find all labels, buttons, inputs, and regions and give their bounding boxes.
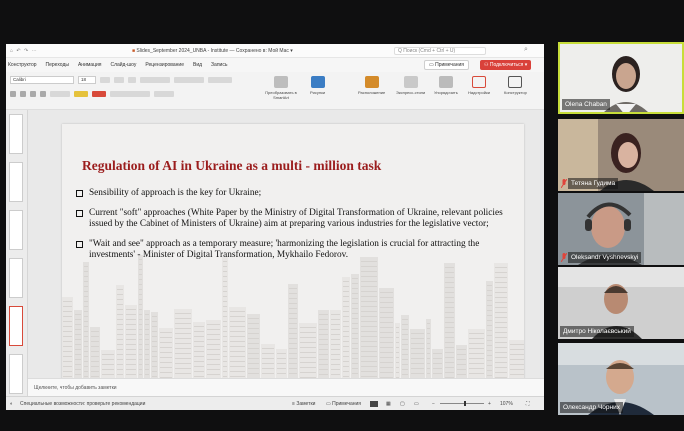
slide-bullet-list[interactable]: Sensibility of approach is the key for U… xyxy=(76,188,506,270)
file-icon: ■ xyxy=(132,48,136,54)
arrange-icon xyxy=(364,76,379,88)
text-direction-buttons[interactable] xyxy=(208,77,232,83)
tab-transitions[interactable]: Переходы xyxy=(46,62,69,68)
participant-tile[interactable]: Тетяна Гудима xyxy=(558,119,684,191)
slide-editor: Regulation of AI in Ukraine as a multi -… xyxy=(28,110,544,398)
slide-thumbnail[interactable] xyxy=(9,210,23,250)
zoom-slider-handle[interactable] xyxy=(464,401,466,406)
font-name-select[interactable]: Calibri xyxy=(10,76,74,84)
slide-thumbnail-active[interactable] xyxy=(9,306,23,346)
order-icon xyxy=(438,76,453,88)
document-title: ■ Slides_September 2024_UNBA - Institute… xyxy=(132,48,293,54)
participant-tile[interactable]: Oleksandr Vyshnevskyi xyxy=(558,193,684,265)
current-slide[interactable]: Regulation of AI in Ukraine as a multi -… xyxy=(62,124,524,398)
zoom-level[interactable]: 107% xyxy=(500,401,513,407)
participant-name: Тетяна Гудима xyxy=(568,178,619,189)
format-row xyxy=(10,89,174,99)
font-row: Calibri 18 xyxy=(10,75,232,85)
bullet-item: Current "soft" approaches (White Paper b… xyxy=(76,208,506,230)
comment-icon: ▭ xyxy=(429,62,434,68)
mic-muted-icon xyxy=(561,253,567,262)
accessibility-icon[interactable]: ◐ xyxy=(10,401,13,407)
slide-thumbnails-pane xyxy=(6,110,28,396)
smartart-icon xyxy=(274,76,288,88)
comments-toggle[interactable]: ▭ Примечания xyxy=(326,401,361,407)
pictures-button[interactable]: Рисунки xyxy=(310,76,325,95)
shrink-font-icon[interactable] xyxy=(114,77,124,83)
search-input[interactable]: Q Поиск (Cmd + Ctrl + U) xyxy=(394,47,486,55)
indent-buttons[interactable] xyxy=(174,77,204,83)
checkbox-bullet-icon xyxy=(76,241,83,248)
tab-review[interactable]: Рецензирование xyxy=(145,62,184,68)
tab-design[interactable]: Конструктор xyxy=(8,62,37,68)
grow-font-icon[interactable] xyxy=(100,77,110,83)
highlight-icon[interactable] xyxy=(74,91,88,97)
menu-bar: Конструктор Переходы Анимация Слайд-шоу … xyxy=(6,58,544,72)
bullet-item: Sensibility of approach is the key for U… xyxy=(76,188,506,199)
slide-thumbnail[interactable] xyxy=(9,114,23,154)
slide-thumbnail[interactable] xyxy=(9,354,23,394)
participant-name: Дмитро Ніколаєвський xyxy=(560,326,634,337)
notes-toggle[interactable]: ≡ Заметки xyxy=(292,401,315,407)
order-button[interactable]: Упорядочить xyxy=(434,76,458,95)
participant-name: Olena Chaban xyxy=(562,99,610,110)
tab-animation[interactable]: Анимация xyxy=(78,62,101,68)
ribbon-tabs: Конструктор Переходы Анимация Слайд-шоу … xyxy=(8,62,227,68)
connect-button[interactable]: ⚇ Подключиться ▾ xyxy=(480,60,532,70)
title-bar: ⌂ ↶ ↷ ⋯ ■ Slides_September 2024_UNBA - I… xyxy=(6,44,544,58)
addins-button[interactable]: Надстройки xyxy=(468,76,490,95)
italic-icon[interactable] xyxy=(20,91,26,97)
normal-view-icon[interactable] xyxy=(370,401,378,407)
accessibility-status[interactable]: Специальные возможности: проверьте реком… xyxy=(20,401,145,407)
zoom-out-icon[interactable]: − xyxy=(432,401,435,407)
reading-view-icon[interactable]: ▢ xyxy=(400,401,405,407)
participant-name: Олександр Чорних xyxy=(560,402,624,413)
participant-tile[interactable]: Дмитро Ніколаєвський xyxy=(558,267,684,339)
slide-thumbnail[interactable] xyxy=(9,162,23,202)
quick-access-toolbar[interactable]: ⌂ ↶ ↷ ⋯ xyxy=(10,48,38,54)
tab-view[interactable]: Вид xyxy=(193,62,202,68)
bullet-item: "Wait and see" approach as a temporary m… xyxy=(76,239,506,261)
slideshow-icon[interactable]: ▭ xyxy=(414,401,419,407)
slide-thumbnail[interactable] xyxy=(9,258,23,298)
font-size-select[interactable]: 18 xyxy=(78,76,96,84)
participant-name: Oleksandr Vyshnevskyi xyxy=(568,252,642,263)
font-color-icon[interactable] xyxy=(92,91,106,97)
ribbon-toolbar: Calibri 18 Преобразовать в SmartArt Рису… xyxy=(6,72,544,110)
zoom-in-icon[interactable]: + xyxy=(488,401,491,407)
tab-slideshow[interactable]: Слайд-шоу xyxy=(110,62,136,68)
participant-tile-speaking[interactable]: Olena Chaban xyxy=(558,42,684,114)
checkbox-bullet-icon xyxy=(76,210,83,217)
slide-title[interactable]: Regulation of AI in Ukraine as a multi -… xyxy=(82,158,502,174)
addins-icon xyxy=(471,76,486,88)
styles-icon xyxy=(403,76,418,88)
smartart-button[interactable]: Преобразовать в SmartArt xyxy=(264,76,298,100)
people-icon: ⚇ xyxy=(484,62,489,68)
designer-icon xyxy=(508,76,523,88)
comments-button[interactable]: ▭ Примечания xyxy=(424,60,469,70)
char-spacing-select[interactable] xyxy=(50,91,70,97)
list-buttons[interactable] xyxy=(140,77,170,83)
tab-record[interactable]: Запись xyxy=(211,62,227,68)
slide-sorter-icon[interactable]: ▦ xyxy=(386,401,391,407)
arrange-button[interactable]: Расположение xyxy=(358,76,385,95)
status-bar: ◐ Специальные возможности: проверьте рек… xyxy=(6,396,544,410)
strikethrough-icon[interactable] xyxy=(40,91,46,97)
shared-screen: ⌂ ↶ ↷ ⋯ ■ Slides_September 2024_UNBA - I… xyxy=(6,44,544,410)
participant-tile[interactable]: Олександр Чорних xyxy=(558,343,684,415)
notes-pane[interactable]: Щелкните, чтобы добавить заметки xyxy=(28,378,544,396)
zoom-slider[interactable] xyxy=(440,403,484,404)
share-icon[interactable]: ⌕ xyxy=(524,46,528,54)
clear-format-icon[interactable] xyxy=(128,77,136,83)
fit-slide-icon[interactable]: ⛶ xyxy=(526,401,530,407)
quick-styles-button[interactable]: Экспресс-стили xyxy=(396,76,425,95)
underline-icon[interactable] xyxy=(30,91,36,97)
checkbox-bullet-icon xyxy=(76,190,83,197)
picture-icon xyxy=(310,76,325,88)
mic-muted-icon xyxy=(561,179,567,188)
designer-button[interactable]: Конструктор xyxy=(504,76,527,95)
columns-button[interactable] xyxy=(154,91,174,97)
align-buttons[interactable] xyxy=(110,91,150,97)
bold-icon[interactable] xyxy=(10,91,16,97)
